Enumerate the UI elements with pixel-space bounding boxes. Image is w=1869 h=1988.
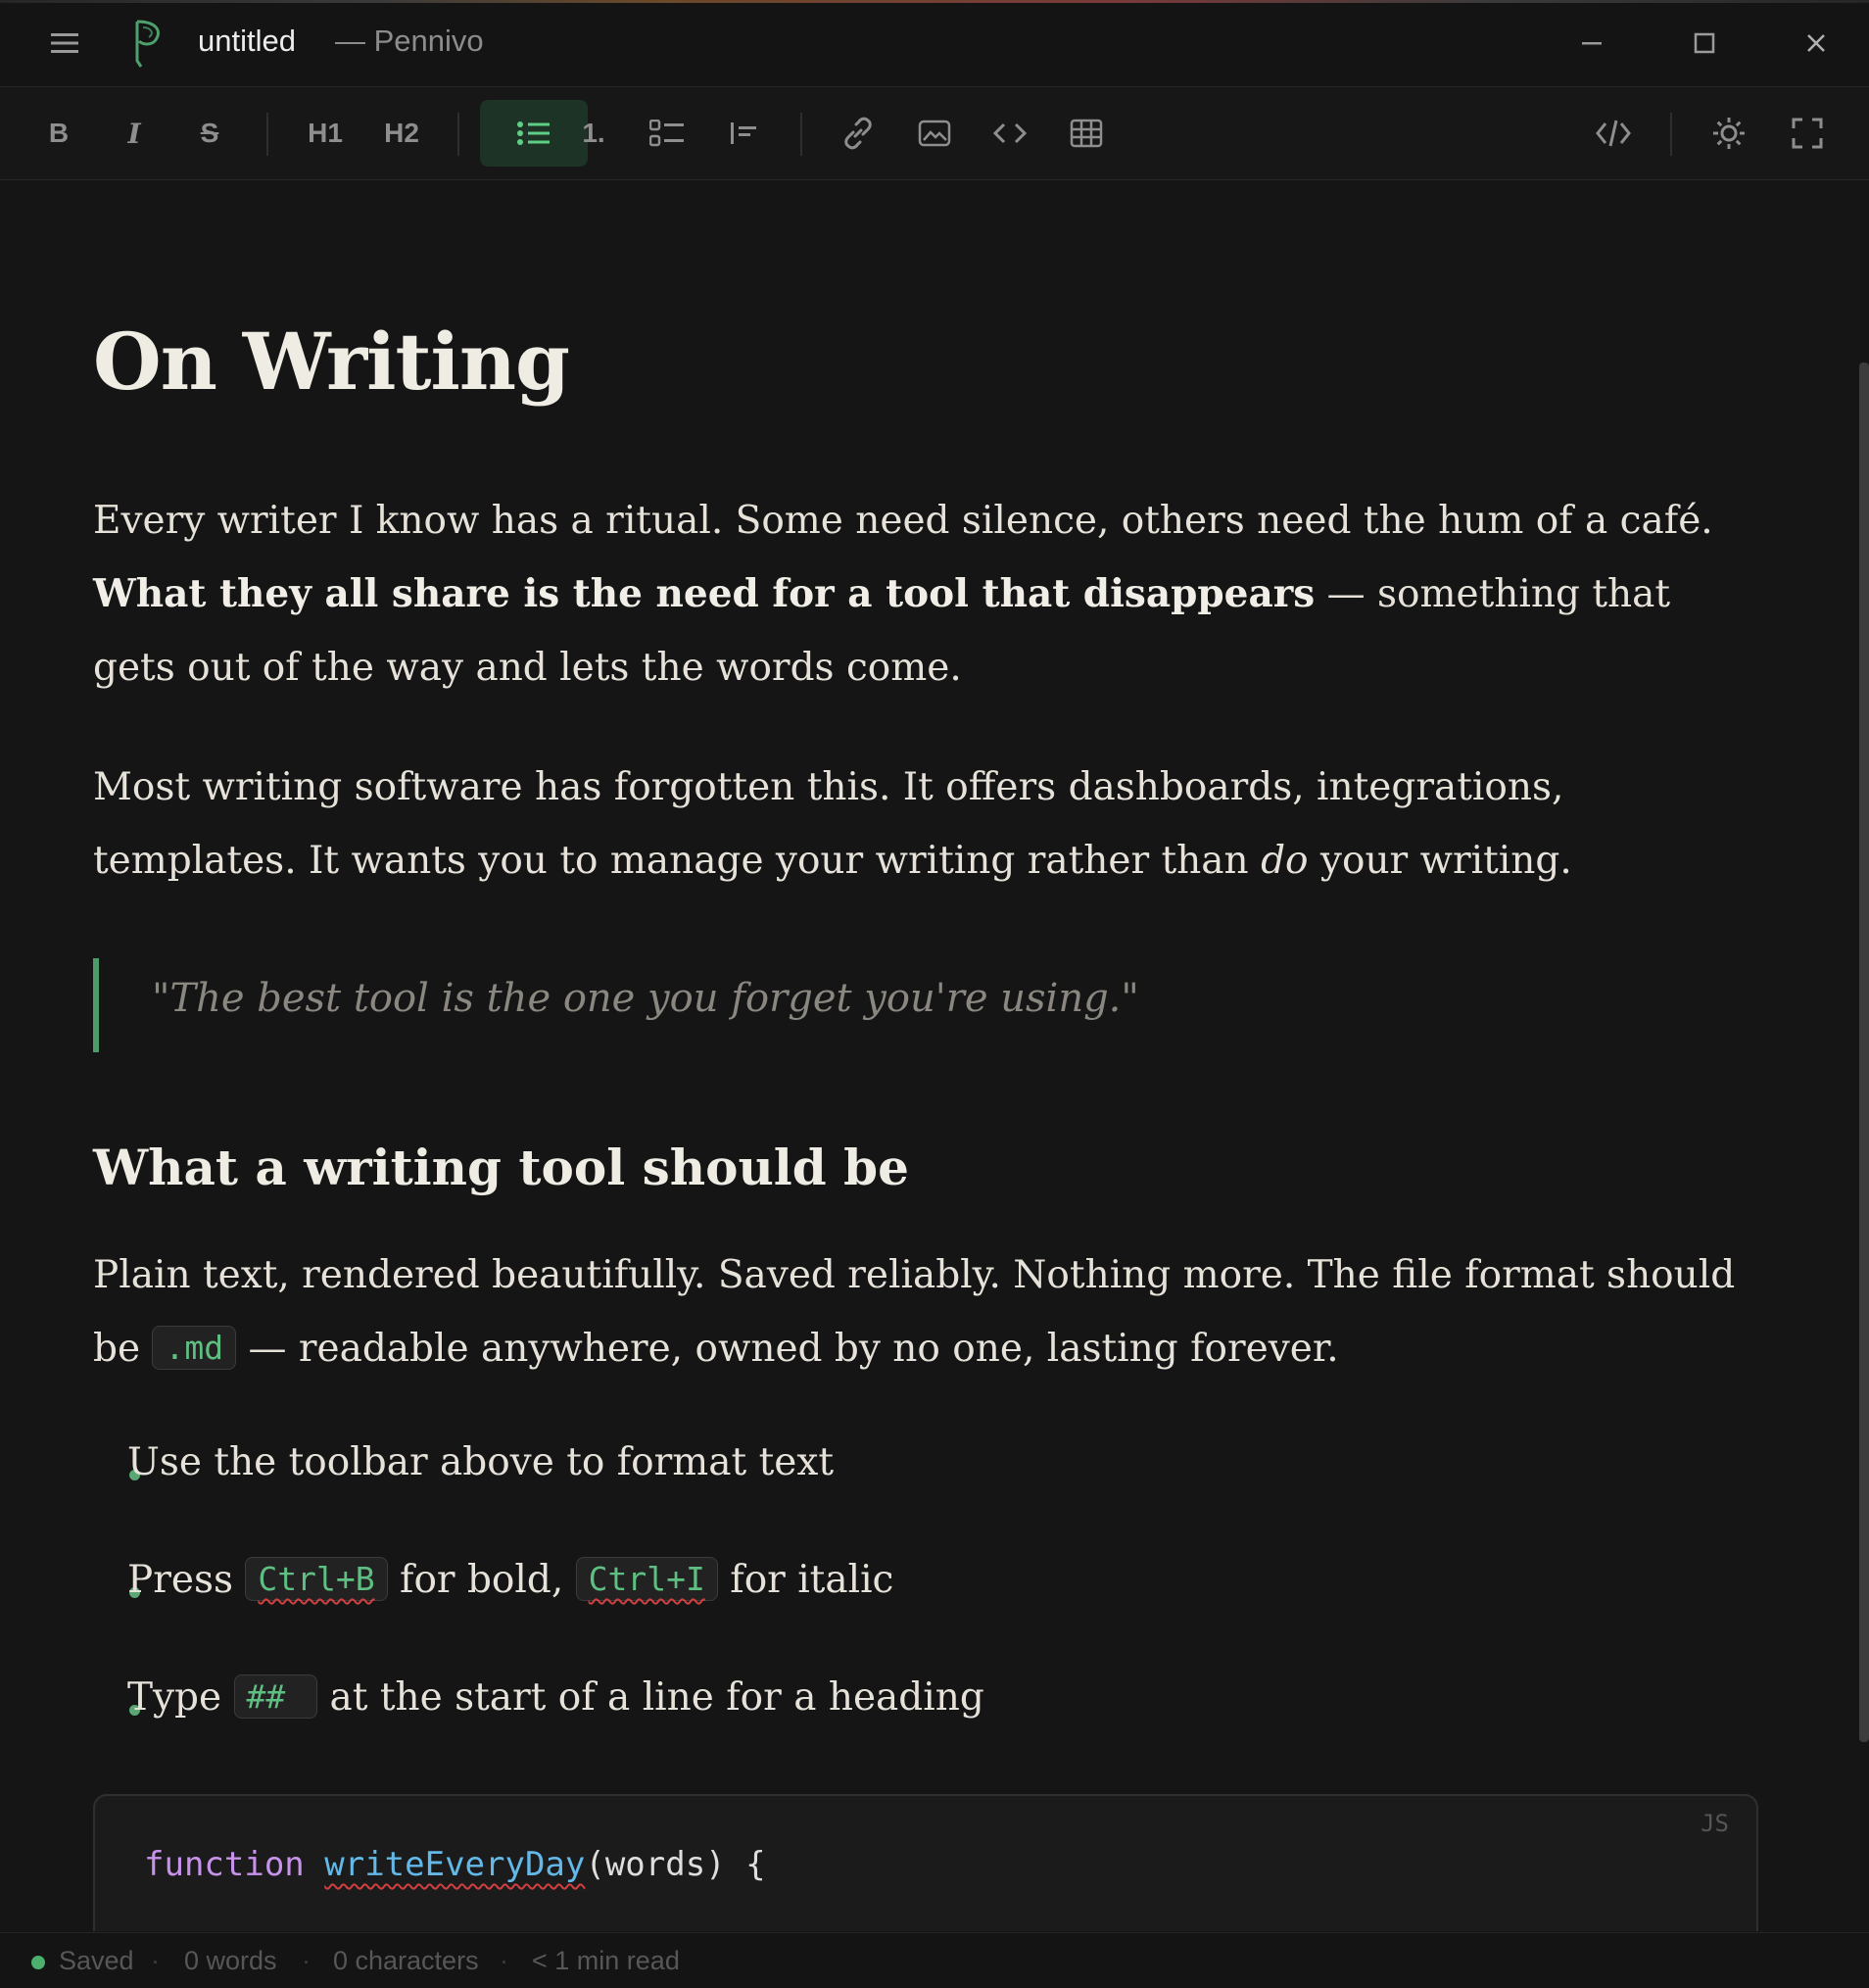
minimize-button[interactable] xyxy=(1570,22,1613,65)
strikethrough-label: S xyxy=(200,118,219,148)
shortcut-code-italic: Ctrl+I xyxy=(575,1557,718,1601)
list-item-text: Use the toolbar above to format text xyxy=(127,1440,835,1484)
heading1-label: H1 xyxy=(308,118,343,148)
shortcut-code-italic-text: Ctrl+I xyxy=(588,1560,705,1598)
sun-icon xyxy=(1713,118,1745,149)
scrollbar[interactable] xyxy=(1859,363,1869,1742)
app-logo xyxy=(131,18,167,69)
menu-button[interactable] xyxy=(47,25,82,61)
inline-code: .md xyxy=(152,1326,237,1370)
document-title: untitled xyxy=(198,24,296,58)
hamburger-icon xyxy=(51,33,78,53)
list-item-text: for italic xyxy=(717,1558,894,1602)
document-heading: On Writing xyxy=(93,315,570,408)
editor-area[interactable]: On Writing Every writer I know has a rit… xyxy=(0,180,1869,1931)
feather-pen-icon xyxy=(135,20,160,68)
code-text: (words) { xyxy=(585,1845,766,1884)
list-item-text: Type xyxy=(127,1675,234,1720)
toolbar-divider xyxy=(457,113,459,156)
code-keyword: function xyxy=(144,1845,305,1884)
status-bar: Saved · 0 words · 0 characters · < 1 min… xyxy=(0,1932,1869,1988)
heading-syntax-code: ## xyxy=(233,1674,318,1719)
close-button[interactable] xyxy=(1795,22,1838,65)
link-icon xyxy=(844,117,872,150)
saved-status-icon xyxy=(31,1956,45,1969)
paragraph-2-text-end: your writing. xyxy=(1308,839,1572,883)
blockquote-icon xyxy=(731,122,756,144)
paragraph-3: Plain text, rendered beautifully. Saved … xyxy=(93,1238,1758,1386)
blockquote-text: "The best tool is the one you forget you… xyxy=(152,976,1139,1021)
checklist-icon xyxy=(649,120,684,147)
maximize-icon xyxy=(1694,32,1715,54)
link-button[interactable] xyxy=(823,100,893,167)
paragraph-2-italic: do xyxy=(1261,839,1309,883)
title-accent-line xyxy=(0,0,1869,3)
theme-toggle-button[interactable] xyxy=(1694,100,1764,167)
bold-label: B xyxy=(48,118,70,148)
list-item-text: at the start of a line for a heading xyxy=(317,1675,984,1720)
heading2-button[interactable]: H2 xyxy=(366,100,437,167)
italic-label: I xyxy=(127,117,141,150)
list-item: Press Ctrl+B for bold, Ctrl+I for italic xyxy=(127,1557,894,1602)
app-name: — Pennivo xyxy=(335,24,484,58)
list-item-text: Press xyxy=(127,1558,246,1602)
source-view-button[interactable] xyxy=(1578,100,1649,167)
ordered-list-button[interactable]: 1. xyxy=(558,100,629,167)
word-count: 0 words xyxy=(184,1946,277,1975)
blockquote-button[interactable] xyxy=(709,100,780,167)
code-line: function writeEveryDay(words) { xyxy=(144,1845,766,1884)
status-separator: · xyxy=(500,1946,508,1975)
list-item: Type ## at the start of a line for a hea… xyxy=(127,1674,984,1720)
ordered-list-label: 1. xyxy=(582,118,605,148)
title-bar: untitled — Pennivo xyxy=(0,0,1869,87)
paragraph-2: Most writing software has forgotten this… xyxy=(93,751,1758,897)
minimize-icon xyxy=(1582,42,1602,45)
fullscreen-icon xyxy=(1792,118,1823,149)
bullet-list-icon xyxy=(517,121,550,145)
shortcut-code-bold: Ctrl+B xyxy=(245,1557,388,1601)
paragraph-1: Every writer I know has a ritual. Some n… xyxy=(93,484,1758,704)
status-separator: · xyxy=(302,1946,311,1975)
character-count: 0 characters xyxy=(333,1946,479,1975)
paragraph-3-text-end: — readable anywhere, owned by no one, la… xyxy=(236,1327,1339,1371)
paragraph-1-bold: What they all share is the need for a to… xyxy=(93,571,1316,616)
save-status: Saved xyxy=(59,1946,134,1975)
table-icon xyxy=(1070,119,1103,148)
heading2-label: H2 xyxy=(384,118,419,148)
list-item-text: for bold, xyxy=(387,1558,576,1602)
table-button[interactable] xyxy=(1051,100,1122,167)
task-list-button[interactable] xyxy=(632,100,702,167)
status-separator: · xyxy=(151,1946,160,1975)
toolbar-divider xyxy=(266,113,268,156)
maximize-button[interactable] xyxy=(1683,22,1726,65)
strikethrough-button[interactable]: S xyxy=(174,100,245,167)
close-icon xyxy=(1807,34,1825,52)
shortcut-code-bold-text: Ctrl+B xyxy=(258,1560,375,1598)
code-function-name: writeEveryDay xyxy=(324,1845,586,1884)
paragraph-1-text: Every writer I know has a ritual. Some n… xyxy=(93,499,1713,543)
fullscreen-button[interactable] xyxy=(1772,100,1843,167)
section-heading: What a writing tool should be xyxy=(93,1139,909,1196)
formatting-toolbar: B I S H1 H2 1. xyxy=(0,87,1869,180)
image-icon xyxy=(918,120,951,147)
blockquote: "The best tool is the one you forget you… xyxy=(93,958,1139,1052)
image-button[interactable] xyxy=(899,100,970,167)
bold-button[interactable]: B xyxy=(24,100,94,167)
code-icon xyxy=(993,122,1027,144)
code-block[interactable]: JS function writeEveryDay(words) { xyxy=(93,1794,1758,1931)
italic-button[interactable]: I xyxy=(99,100,169,167)
source-code-icon xyxy=(1596,120,1631,147)
read-time: < 1 min read xyxy=(532,1946,680,1975)
list-item: Use the toolbar above to format text xyxy=(127,1440,834,1484)
code-language-label: JS xyxy=(1701,1810,1729,1837)
heading1-button[interactable]: H1 xyxy=(290,100,360,167)
code-button[interactable] xyxy=(975,100,1045,167)
toolbar-divider xyxy=(800,113,802,156)
toolbar-divider xyxy=(1670,113,1672,156)
